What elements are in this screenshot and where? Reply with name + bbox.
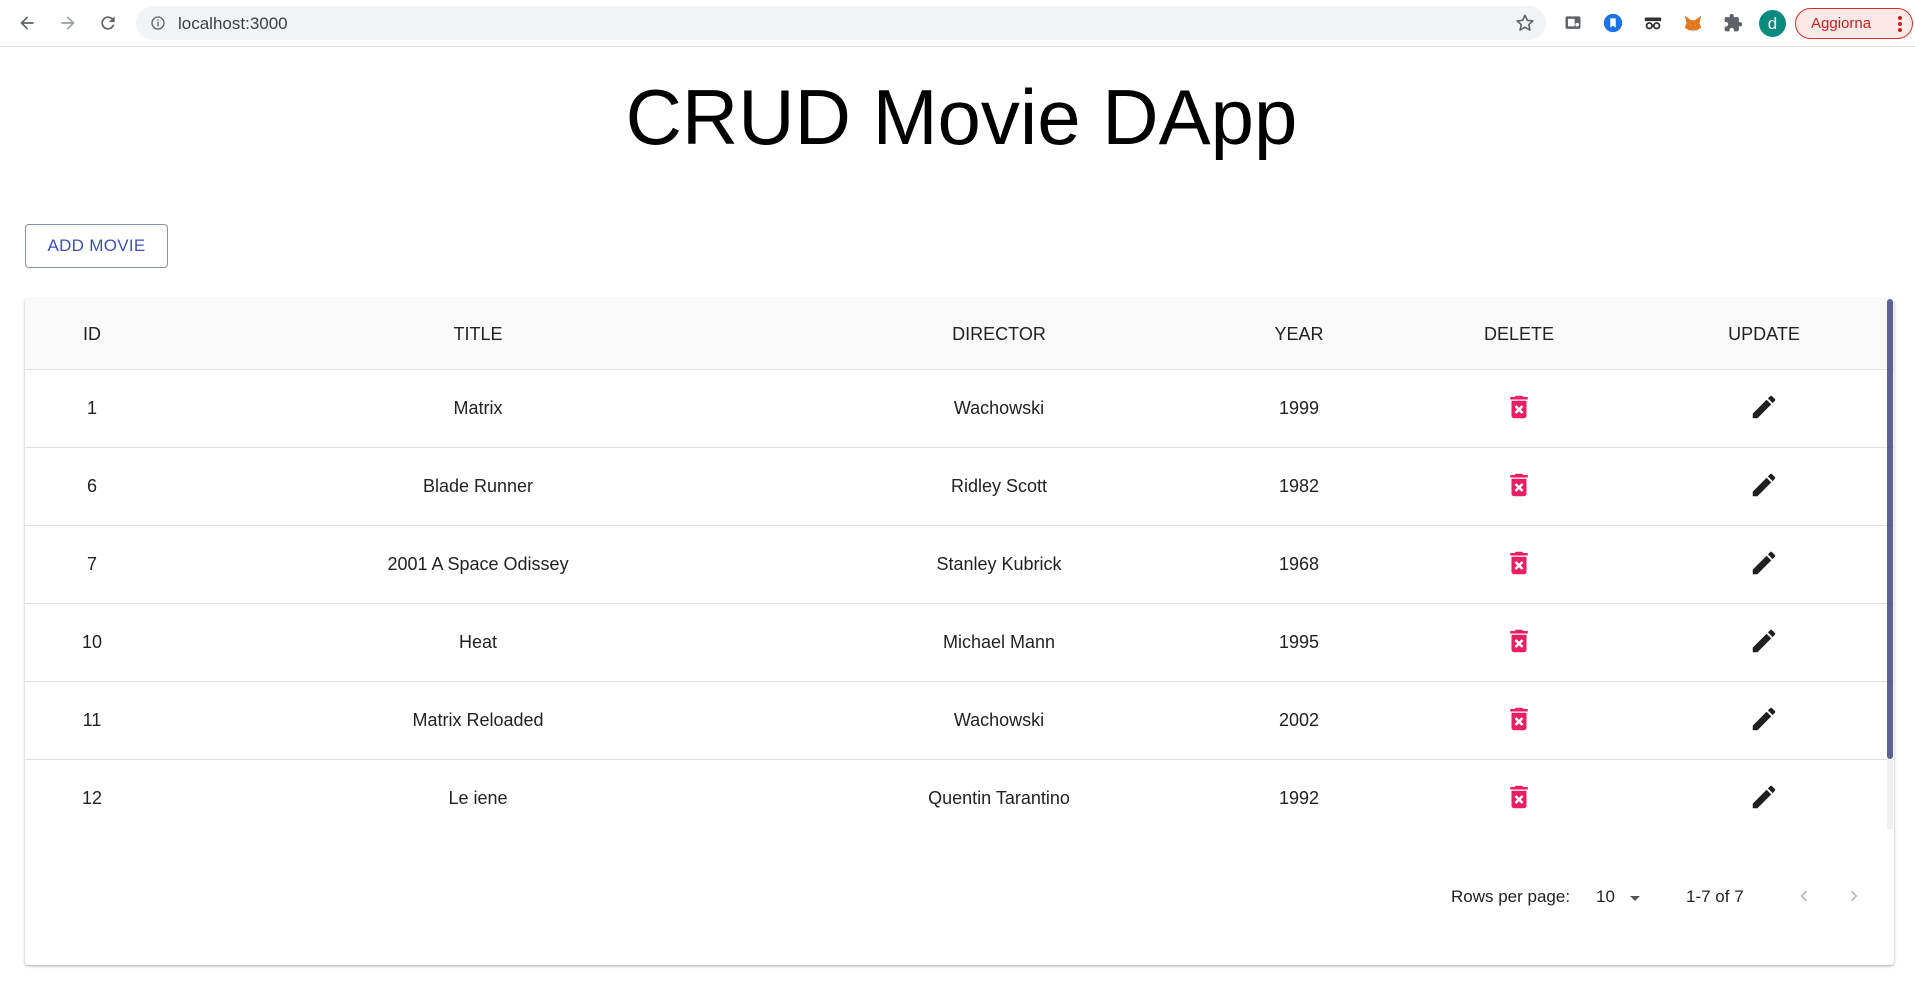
update-browser-button[interactable]: Aggiorna: [1795, 8, 1913, 39]
arrow-left-icon: [20, 16, 34, 30]
cell-title: Heat: [458, 632, 498, 652]
table-row: 10 Heat Michael Mann 1995: [25, 604, 1894, 682]
cell-title: Matrix Reloaded: [412, 710, 544, 730]
delete-button[interactable]: [1504, 470, 1534, 505]
cell-director: Wachowski: [953, 710, 1045, 730]
reload-icon: [101, 16, 115, 30]
edit-pencil-icon: [1752, 629, 1776, 653]
delete-button[interactable]: [1504, 392, 1534, 427]
edit-pencil-icon: [1752, 785, 1776, 809]
delete-forever-icon: [1510, 707, 1528, 731]
cell-title: Matrix: [453, 398, 503, 418]
chevron-right-icon: [1850, 890, 1858, 902]
previous-page-button[interactable]: [1793, 885, 1815, 912]
rows-per-page-label: Rows per page:: [1451, 887, 1571, 906]
cell-id: 6: [86, 476, 98, 496]
back-button[interactable]: [13, 9, 41, 37]
update-button[interactable]: [1749, 392, 1779, 427]
cell-director: Stanley Kubrick: [936, 554, 1062, 574]
next-page-button[interactable]: [1843, 885, 1865, 912]
column-header-update: UPDATE: [1728, 324, 1800, 344]
cell-year: 1992: [1278, 788, 1320, 808]
delete-button[interactable]: [1504, 548, 1534, 583]
site-info-icon[interactable]: [150, 15, 166, 36]
extension-cast-icon[interactable]: [1561, 11, 1585, 35]
column-header-delete: DELETE: [1483, 324, 1555, 344]
edit-pencil-icon: [1752, 473, 1776, 497]
update-button[interactable]: [1749, 626, 1779, 661]
cell-title: 2001 A Space Odissey: [387, 554, 569, 574]
arrow-right-icon: [61, 16, 75, 30]
table-row: 6 Blade Runner Ridley Scott 1982: [25, 448, 1894, 526]
extension-metamask-fox-icon[interactable]: [1681, 11, 1705, 35]
pagination-range: 1-7 of 7: [1686, 887, 1744, 906]
cell-title: Le iene: [448, 788, 508, 808]
delete-forever-icon: [1510, 473, 1528, 497]
cell-title: Blade Runner: [422, 476, 534, 496]
cell-id: 1: [86, 398, 98, 418]
cell-year: 1968: [1278, 554, 1320, 574]
cell-id: 7: [86, 554, 98, 574]
browser-toolbar: localhost:3000 d Aggiorna: [0, 0, 1915, 47]
edit-pencil-icon: [1752, 395, 1776, 419]
extension-bookmark-icon[interactable]: [1601, 11, 1625, 35]
address-bar[interactable]: localhost:3000: [136, 6, 1546, 40]
column-header-year: YEAR: [1274, 324, 1324, 344]
cell-year: 1982: [1278, 476, 1320, 496]
extensions-puzzle-icon[interactable]: [1721, 11, 1745, 35]
cell-year: 1999: [1278, 398, 1320, 418]
vertical-scrollbar[interactable]: [1887, 299, 1893, 759]
cell-director: Quentin Tarantino: [928, 788, 1070, 808]
delete-button[interactable]: [1504, 782, 1534, 817]
delete-forever-icon: [1510, 785, 1528, 809]
delete-forever-icon: [1510, 551, 1528, 575]
movies-table-container: ID TITLE DIRECTOR YEAR DELETE UPDATE 1 Ma…: [25, 299, 1894, 965]
update-label: Aggiorna: [1811, 15, 1872, 32]
update-button[interactable]: [1749, 548, 1779, 583]
page-title: CRUD Movie DApp: [625, 73, 1298, 161]
more-vert-icon: [1897, 15, 1903, 37]
table-header: ID TITLE DIRECTOR YEAR DELETE UPDATE: [25, 299, 1894, 370]
table-row: 12 Le iene Quentin Tarantino 1992: [25, 760, 1894, 838]
delete-button[interactable]: [1504, 704, 1534, 739]
update-button[interactable]: [1749, 704, 1779, 739]
forward-button[interactable]: [54, 9, 82, 37]
cell-year: 2002: [1278, 710, 1320, 730]
rows-per-page-select[interactable]: 10: [1596, 887, 1642, 907]
delete-forever-icon: [1510, 395, 1528, 419]
profile-avatar[interactable]: d: [1759, 10, 1786, 37]
cell-director: Wachowski: [953, 398, 1045, 418]
scrollbar-track[interactable]: [1887, 759, 1893, 829]
chevron-left-icon: [1800, 890, 1808, 902]
caret-down-icon: [1629, 895, 1640, 901]
reload-button[interactable]: [94, 9, 122, 37]
cell-id: 11: [82, 710, 102, 730]
rows-per-page-value: 10: [1596, 887, 1615, 906]
update-button[interactable]: [1749, 470, 1779, 505]
edit-pencil-icon: [1752, 707, 1776, 731]
update-button[interactable]: [1749, 782, 1779, 817]
column-header-title: TITLE: [453, 324, 503, 344]
column-header-director: DIRECTOR: [952, 324, 1046, 344]
cell-year: 1995: [1278, 632, 1320, 652]
table-row: 1 Matrix Wachowski 1999: [25, 370, 1894, 448]
cell-director: Ridley Scott: [950, 476, 1048, 496]
table-row: 7 2001 A Space Odissey Stanley Kubrick 1968: [25, 526, 1894, 604]
table-row: 11 Matrix Reloaded Wachowski 2002: [25, 682, 1894, 760]
url-text[interactable]: localhost:3000: [178, 14, 288, 34]
delete-forever-icon: [1510, 629, 1528, 653]
extension-incognito-icon[interactable]: [1641, 11, 1665, 35]
cell-id: 10: [81, 632, 103, 652]
column-header-id: ID: [83, 324, 101, 344]
cell-id: 12: [81, 788, 103, 808]
edit-pencil-icon: [1752, 551, 1776, 575]
delete-button[interactable]: [1504, 626, 1534, 661]
cell-director: Michael Mann: [942, 632, 1056, 652]
add-movie-button[interactable]: ADD MOVIE: [25, 224, 168, 268]
bookmark-star-icon[interactable]: [1514, 12, 1536, 39]
